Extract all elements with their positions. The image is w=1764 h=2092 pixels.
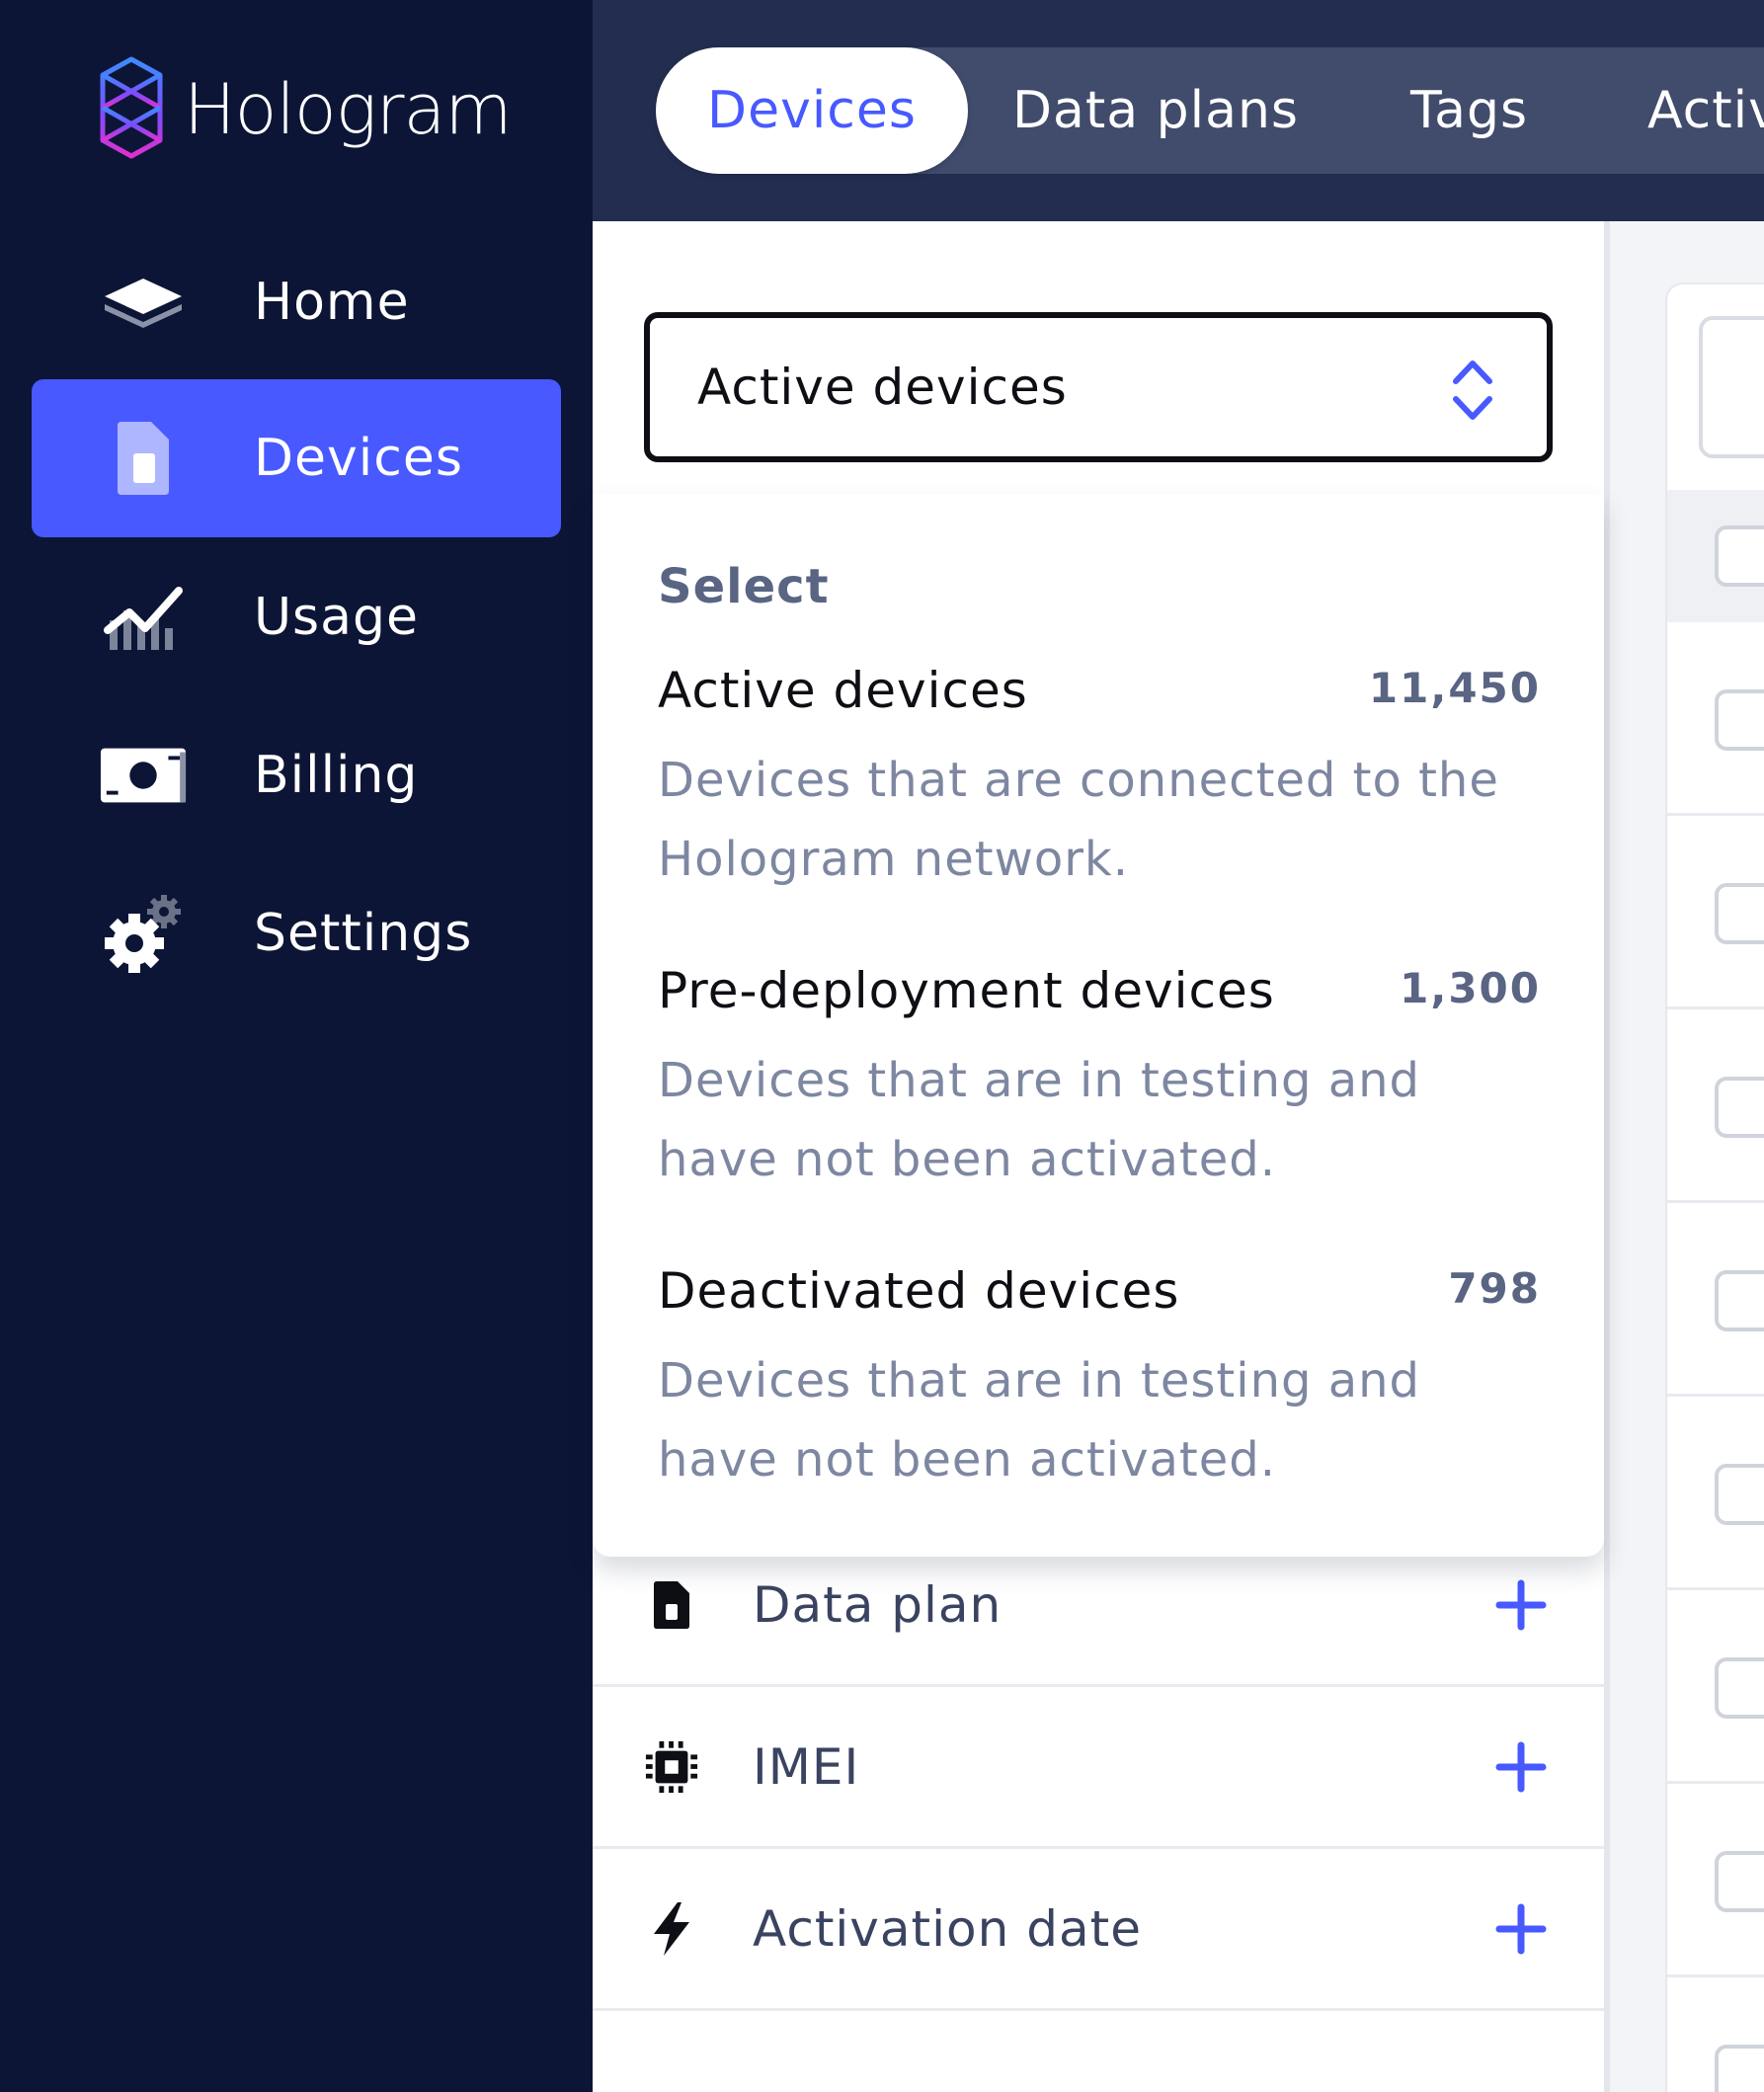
hologram-logo-icon <box>97 53 166 166</box>
device-status-dropdown: Select Active devices 11,450 Devices tha… <box>593 494 1604 1557</box>
usage-chart-icon <box>99 578 188 657</box>
chip-icon <box>644 1739 699 1795</box>
filter-row-imei: IMEI <box>593 1687 1604 1849</box>
option-title: Active devices <box>658 662 1028 719</box>
billing-cash-icon <box>99 736 188 815</box>
sim-card-icon <box>644 1577 699 1633</box>
row-checkbox[interactable] <box>1715 2045 1764 2092</box>
table-settings-button[interactable] <box>1699 316 1764 458</box>
sidebar-item-label: Usage <box>254 588 420 647</box>
filter-row-activation-date: Activation date <box>593 1849 1604 2011</box>
row-checkbox[interactable] <box>1715 1464 1764 1525</box>
device-status-select[interactable]: Active devices <box>644 312 1553 462</box>
row-checkbox[interactable] <box>1715 1657 1764 1719</box>
app-window: Hologram Home Devices Usage Billing Sett… <box>0 0 1764 2092</box>
sidebar-item-settings[interactable]: Settings <box>32 854 561 1012</box>
sidebar-item-label: Billing <box>254 746 419 805</box>
filter-label: IMEI <box>753 1737 860 1796</box>
brand-name: Hologram <box>184 69 513 150</box>
row-checkbox[interactable] <box>1715 883 1764 944</box>
dropdown-option-pre-deployment[interactable]: Pre-deployment devices 1,300 Devices tha… <box>658 962 1541 1189</box>
option-description: Devices that are in testing and have not… <box>658 1353 1421 1488</box>
settings-gear-icon <box>99 894 188 973</box>
sidebar: Hologram Home Devices Usage Billing Sett… <box>0 0 593 2092</box>
select-value: Active devices <box>697 359 1068 416</box>
plus-icon[interactable] <box>1495 1579 1547 1631</box>
dropdown-option-deactivated[interactable]: Deactivated devices 798 Devices that are… <box>658 1262 1541 1489</box>
option-count: 798 <box>1448 1264 1541 1313</box>
sidebar-item-label: Settings <box>254 904 473 963</box>
sidebar-item-billing[interactable]: Billing <box>32 696 561 854</box>
sidebar-item-usage[interactable]: Usage <box>32 538 561 696</box>
option-description: Devices that are connected to the Hologr… <box>658 753 1499 887</box>
home-layers-icon <box>99 263 188 342</box>
row-checkbox[interactable] <box>1715 1270 1764 1331</box>
dropdown-header: Select <box>658 559 830 614</box>
panel-divider <box>1604 221 1610 2092</box>
sidebar-item-home[interactable]: Home <box>32 223 561 381</box>
chevron-up-down-icon <box>1448 356 1497 429</box>
plus-icon[interactable] <box>1495 1741 1547 1793</box>
sim-card-icon <box>99 419 188 498</box>
row-checkbox[interactable] <box>1715 1851 1764 1912</box>
lightning-icon <box>644 1901 699 1957</box>
filter-label: Data plan <box>753 1575 1002 1634</box>
row-checkbox[interactable] <box>1715 689 1764 751</box>
option-title: Deactivated devices <box>658 1262 1180 1320</box>
plus-icon[interactable] <box>1495 1903 1547 1955</box>
tab-activity[interactable]: Activ <box>1647 47 1764 174</box>
sidebar-item-label: Home <box>254 273 410 332</box>
sidebar-item-devices[interactable]: Devices <box>32 379 561 537</box>
option-count: 1,300 <box>1400 964 1541 1012</box>
brand-logo[interactable]: Hologram <box>97 53 513 166</box>
option-description: Devices that are in testing and have not… <box>658 1053 1421 1187</box>
tab-data-plans[interactable]: Data plans <box>1007 47 1304 174</box>
option-count: 11,450 <box>1368 664 1541 712</box>
row-checkbox[interactable] <box>1715 1077 1764 1138</box>
filter-label: Activation date <box>753 1899 1142 1958</box>
tab-tags[interactable]: Tags <box>1383 47 1556 174</box>
option-title: Pre-deployment devices <box>658 962 1275 1019</box>
tab-devices[interactable]: Devices <box>656 47 968 174</box>
select-all-checkbox[interactable] <box>1715 525 1764 587</box>
sidebar-item-label: Devices <box>254 429 463 488</box>
dropdown-option-active[interactable]: Active devices 11,450 Devices that are c… <box>658 662 1541 889</box>
